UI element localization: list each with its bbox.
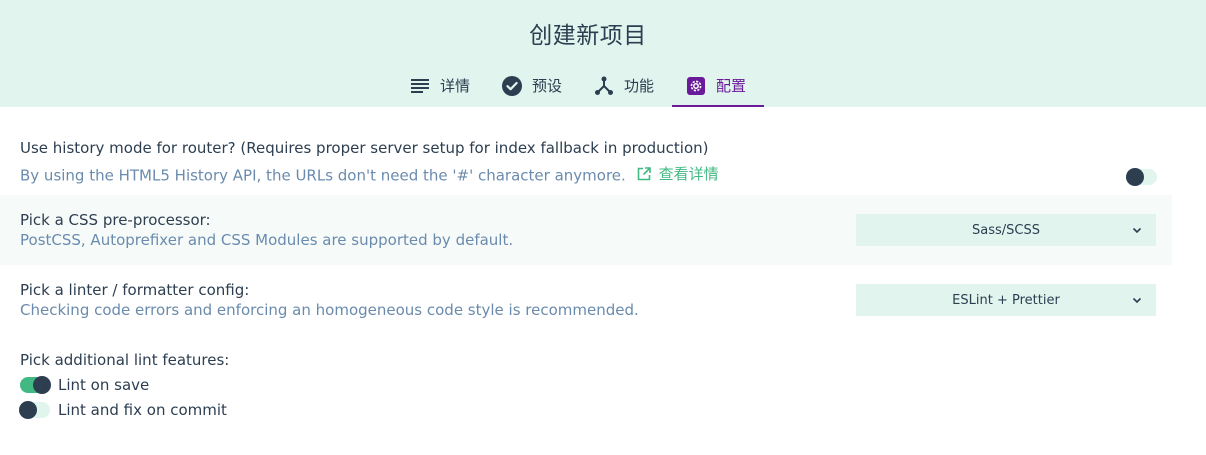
history-mode-description-text: By using the HTML5 History API, the URLs… bbox=[20, 166, 626, 185]
settings-icon bbox=[686, 76, 706, 96]
history-mode-description: By using the HTML5 History API, the URLs… bbox=[20, 163, 719, 185]
css-preprocessor-selected: Sass/SCSS bbox=[972, 222, 1040, 238]
list-icon bbox=[410, 76, 430, 96]
more-info-link[interactable]: 查看详情 bbox=[637, 163, 719, 184]
tab-label: 功能 bbox=[624, 77, 655, 95]
fork-icon bbox=[594, 76, 614, 96]
history-mode-row: Use history mode for router? (Requires p… bbox=[0, 125, 1172, 195]
linter-description: Checking code errors and enforcing an ho… bbox=[20, 301, 639, 319]
check-circle-icon bbox=[502, 75, 523, 96]
header: 创建新项目 详情 预设 功能 配置 bbox=[0, 0, 1206, 107]
css-preprocessor-title: Pick a CSS pre-processor: bbox=[20, 211, 211, 229]
lint-fix-on-commit-label: Lint and fix on commit bbox=[58, 401, 227, 419]
toggle-knob bbox=[1126, 168, 1144, 186]
tab-bar: 详情 预设 功能 配置 bbox=[396, 64, 765, 107]
linter-row: Pick a linter / formatter config: Checki… bbox=[0, 265, 1172, 335]
toggle-knob bbox=[19, 401, 37, 419]
tab-details[interactable]: 详情 bbox=[396, 64, 488, 107]
css-preprocessor-description: PostCSS, Autoprefixer and CSS Modules ar… bbox=[20, 231, 514, 249]
lint-features-title: Pick additional lint features: bbox=[20, 351, 230, 369]
tab-label: 预设 bbox=[532, 77, 563, 95]
lint-fix-on-commit-option[interactable]: Lint and fix on commit bbox=[19, 401, 227, 419]
chevron-down-icon bbox=[1132, 227, 1142, 234]
page-title: 创建新项目 bbox=[529, 23, 647, 49]
tab-config[interactable]: 配置 bbox=[672, 64, 765, 107]
tab-label: 配置 bbox=[716, 77, 747, 95]
lint-fix-on-commit-toggle[interactable] bbox=[19, 401, 50, 419]
history-mode-title: Use history mode for router? (Requires p… bbox=[20, 139, 709, 157]
lint-on-save-toggle[interactable] bbox=[20, 376, 51, 394]
lint-on-save-option[interactable]: Lint on save bbox=[20, 376, 149, 394]
linter-selected: ESLint + Prettier bbox=[952, 292, 1060, 308]
lint-features-row: Pick additional lint features: Lint on s… bbox=[0, 335, 1172, 435]
linter-select[interactable]: ESLint + Prettier bbox=[856, 284, 1156, 316]
more-info-label: 查看详情 bbox=[658, 165, 719, 183]
tab-label: 详情 bbox=[440, 77, 471, 95]
tab-presets[interactable]: 预设 bbox=[488, 64, 580, 107]
external-link-icon bbox=[637, 166, 651, 180]
css-preprocessor-select[interactable]: Sass/SCSS bbox=[856, 214, 1156, 246]
toggle-knob bbox=[33, 376, 51, 394]
css-preprocessor-row: Pick a CSS pre-processor: PostCSS, Autop… bbox=[0, 195, 1172, 265]
linter-title: Pick a linter / formatter config: bbox=[20, 281, 250, 299]
history-mode-toggle[interactable] bbox=[1126, 168, 1157, 186]
tab-features[interactable]: 功能 bbox=[580, 64, 672, 107]
lint-on-save-label: Lint on save bbox=[58, 376, 150, 394]
chevron-down-icon bbox=[1132, 297, 1142, 304]
